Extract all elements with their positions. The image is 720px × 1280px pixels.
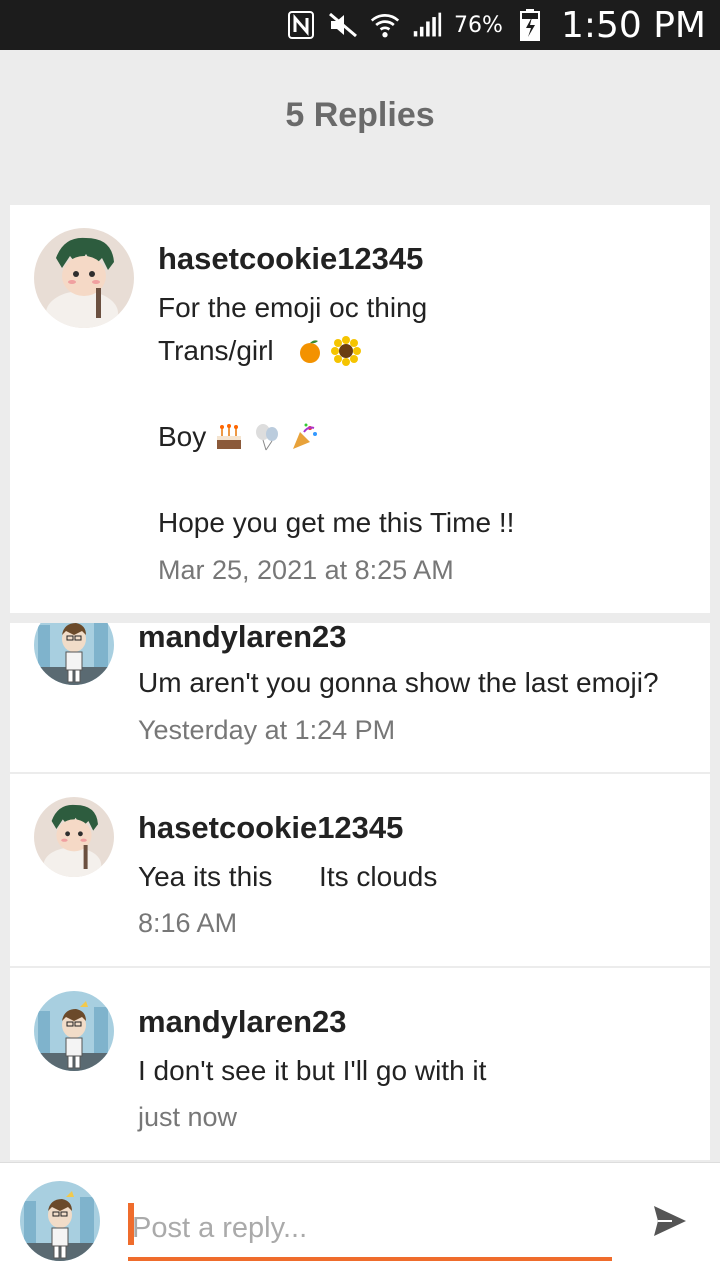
mute-icon [328,10,358,40]
balloon-emoji-icon [255,424,278,451]
avatar[interactable] [34,623,114,685]
sunflower-emoji-icon [331,336,362,366]
reply-item: mandylaren23 Um aren't you gonna show th… [10,623,710,772]
avatar[interactable] [34,228,134,328]
reply-item: mandylaren23 I don't see it but I'll go … [10,968,710,1160]
party-popper-emoji-icon [292,423,317,449]
comment-line-text: Trans/girl [158,335,274,366]
reply-username[interactable]: mandylaren23 [138,1004,347,1040]
comment-username[interactable]: hasetcookie12345 [158,241,423,277]
comment-line: Trans/girl [158,329,362,372]
page-title: 5 Replies [285,95,435,134]
reply-item: hasetcookie12345 Yea its this Its clouds… [10,774,710,966]
nfc-icon [286,10,316,40]
parent-comment: hasetcookie12345 For the emoji oc thing … [10,205,710,613]
reply-composer [0,1162,720,1280]
reply-text: Yea its this Its clouds [138,861,438,892]
comment-line: Hope you get me this Time !! [158,507,515,538]
send-button[interactable] [648,1201,692,1241]
comment-line: For the emoji oc thing [158,292,428,323]
emoji-group [297,335,362,366]
birthday-cake-emoji-icon [217,424,242,449]
signal-icon [412,10,442,40]
send-icon [654,1206,686,1236]
reply-timestamp: Yesterday at 1:24 PM [138,715,396,745]
reply-username[interactable]: mandylaren23 [138,623,347,655]
reply-text: Um aren't you gonna show the last emoji? [138,667,659,698]
comment-timestamp: Mar 25, 2021 at 8:25 AM [158,555,454,585]
reply-timestamp: just now [138,1102,238,1132]
battery-percent: 76% [454,12,503,38]
status-bar: 76% 1:50 PM [0,0,720,50]
wifi-icon [370,10,400,40]
tangerine-emoji-icon [300,340,321,363]
reply-text: I don't see it but I'll go with it [138,1055,487,1086]
emoji-group [214,421,320,452]
comment-line: Boy [158,415,320,458]
reply-username[interactable]: hasetcookie12345 [138,810,403,846]
avatar[interactable] [34,797,114,877]
reply-input[interactable] [128,1199,612,1261]
clock: 1:50 PM [560,4,706,46]
current-user-avatar [20,1181,100,1261]
avatar[interactable] [34,991,114,1071]
comment-line-text: Boy [158,421,207,452]
reply-timestamp: 8:16 AM [138,908,238,938]
text-cursor [128,1203,134,1245]
battery-icon [515,9,545,41]
